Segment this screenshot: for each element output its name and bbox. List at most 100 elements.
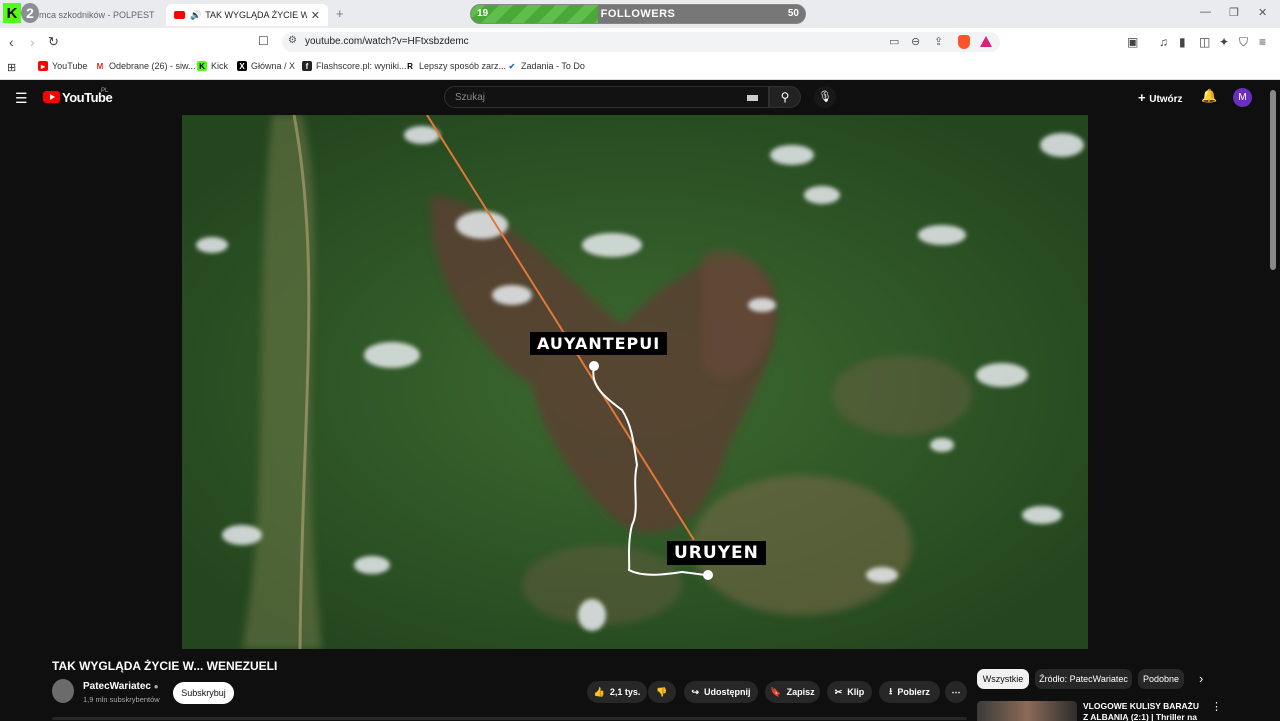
chevron-right-icon[interactable]: ›	[1199, 671, 1203, 686]
bookmark-lepszy[interactable]: R Lepszy sposób zarz...	[405, 61, 506, 71]
subscriber-count: 1,9 mln subskrybentów	[83, 695, 160, 704]
vpn-icon[interactable]: ⛉	[1239, 35, 1248, 50]
followers-goal: 50	[787, 8, 799, 19]
bookmark-x[interactable]: X Główna / X	[237, 61, 295, 71]
bookmark-kick[interactable]: K Kick	[197, 61, 228, 71]
leo-ai-icon[interactable]: ✦	[1219, 35, 1229, 49]
flashscore-icon: f	[302, 61, 312, 71]
recommendation-title[interactable]: VLOGOWE KULISY BARAŻU Z ALBANIĄ (2:1) | …	[1083, 701, 1203, 721]
bookmark-label: YouTube	[52, 61, 88, 71]
download-icon: ⭳	[889, 686, 893, 696]
followers-label: FOLLOWERS	[600, 8, 676, 20]
tab-youtube-video[interactable]: 🔊 TAK WYGLĄDA ŻYCIE W... WE ✕	[166, 4, 328, 26]
youtube-header: ☰ YouTube PL Szukaj ⚲ 🎙 + Utwórz 🔔 M	[0, 80, 1280, 115]
address-bar[interactable]: ⚙ youtube.com/watch?v=HFtxsbzdemc ▭ ⊖ ⇪	[282, 32, 1000, 52]
video-player[interactable]: AUYANTEPUI URUYEN	[182, 115, 1088, 649]
bookmark-label: Kick	[211, 61, 229, 71]
minimize-icon[interactable]: —	[1200, 6, 1211, 18]
youtube-logo-icon[interactable]	[43, 91, 60, 103]
share-button[interactable]: ↪ Udostępnij	[684, 681, 758, 703]
followers-goal-widget: 19 FOLLOWERS 50	[470, 4, 806, 24]
region-code: PL	[101, 88, 109, 94]
dislike-button[interactable]: 👎	[648, 681, 676, 703]
gmail-icon: M	[96, 61, 104, 71]
clip-button[interactable]: ✂ Klip	[827, 681, 872, 703]
share-page-icon[interactable]: ⇪	[934, 35, 943, 48]
media-icon[interactable]: ♫	[1159, 35, 1168, 49]
search-input[interactable]: Szukaj	[444, 86, 769, 108]
site-info-icon[interactable]: ⚙	[288, 35, 297, 46]
todo-icon: ✔	[508, 61, 516, 71]
close-window-icon[interactable]: ✕	[1258, 6, 1267, 19]
kick-extension-icon[interactable]: K	[3, 3, 21, 23]
url-text: youtube.com/watch?v=HFtxsbzdemc	[305, 36, 469, 47]
chip-related[interactable]: Podobne	[1138, 669, 1184, 689]
kick-icon: K	[197, 61, 207, 71]
bookmark-label: Flashscore.pl: wyniki...	[316, 61, 407, 71]
tab-label: omca szkodników - POLPEST - Y	[34, 10, 157, 20]
close-tab-icon[interactable]: ✕	[311, 9, 320, 22]
clip-label: Klip	[847, 687, 865, 697]
recommendation-thumbnail[interactable]	[977, 701, 1077, 721]
back-icon[interactable]: ‹	[9, 34, 14, 50]
video-info-section: TAK WYGLĄDA ŻYCIE W... WENEZUELI PatecWa…	[0, 649, 1280, 721]
plus-icon: +	[1138, 90, 1150, 105]
bookmark-label: Zadania - To Do	[521, 61, 585, 71]
sidebar-panel-icon[interactable]: ▣	[1127, 35, 1138, 49]
notification-badge: 2	[21, 3, 39, 23]
bookmark-save-icon: 🔖	[770, 686, 782, 697]
map-label-auyantepui: AUYANTEPUI	[530, 332, 668, 355]
reload-icon[interactable]: ↻	[48, 34, 59, 50]
bookmark-label: Odebrane (26) - siw...	[109, 61, 196, 71]
more-actions-button[interactable]: ⋯	[945, 681, 967, 703]
chip-source[interactable]: Źródło: PatecWariatec	[1035, 669, 1132, 689]
save-button[interactable]: 🔖 Zapisz	[765, 681, 820, 703]
chip-all[interactable]: Wszystkie	[977, 669, 1029, 689]
subscribe-button[interactable]: Subskrybuj	[173, 682, 234, 704]
like-count: 2,1 tys.	[609, 687, 641, 697]
reading-list-icon[interactable]: ▮	[1179, 35, 1186, 49]
hamburger-menu-icon[interactable]: ☰	[15, 90, 28, 107]
zoom-icon[interactable]: ⊖	[911, 35, 920, 48]
new-tab-icon[interactable]: +	[336, 6, 344, 21]
notifications-bell-icon[interactable]: 🔔	[1201, 88, 1217, 104]
thumbs-down-icon: 👎	[656, 686, 668, 697]
channel-avatar[interactable]	[52, 679, 74, 703]
channel-name[interactable]: PatecWariatec ●	[83, 681, 159, 692]
youtube-favicon-icon	[174, 11, 185, 19]
channel-name-text: PatecWariatec	[83, 681, 151, 692]
verified-icon: ●	[153, 682, 159, 691]
uruyen-marker	[703, 570, 713, 580]
restore-icon[interactable]: ❐	[1229, 6, 1239, 19]
avatar[interactable]: M	[1233, 88, 1252, 107]
video-title: TAK WYGLĄDA ŻYCIE W... WENEZUELI	[52, 659, 278, 673]
brave-rewards-icon[interactable]	[980, 36, 992, 47]
keyboard-icon[interactable]	[747, 95, 758, 101]
bookmark-todo[interactable]: ✔ Zadania - To Do	[507, 61, 585, 71]
like-button[interactable]: 👍 2,1 tys.	[587, 681, 647, 703]
speaker-icon: 🔊	[190, 9, 202, 20]
recommendation-menu-icon[interactable]: ⋮	[1211, 700, 1222, 713]
cast-icon[interactable]: ▭	[889, 35, 899, 48]
wallet-icon[interactable]: ◫	[1199, 35, 1210, 49]
bookmarks-bar: ⊞ ▸ YouTube M Odebrane (26) - siw... K Kick…	[0, 56, 1280, 80]
bookmark-youtube[interactable]: ▸ YouTube	[38, 61, 87, 71]
voice-search-button[interactable]: 🎙	[814, 86, 836, 108]
browser-toolbar: ‹ › ↻ ☐ ⚙ youtube.com/watch?v=HFtxsbzdem…	[0, 28, 1280, 56]
bookmark-gmail[interactable]: M Odebrane (26) - siw...	[95, 61, 196, 71]
bookmark-flashscore[interactable]: f Flashscore.pl: wyniki...	[302, 61, 407, 71]
brave-shields-icon[interactable]	[958, 35, 970, 49]
create-button[interactable]: + Utwórz	[1138, 90, 1183, 105]
page-scrollbar[interactable]	[1270, 90, 1276, 270]
apps-grid-icon[interactable]: ⊞	[7, 61, 16, 74]
bookmark-icon[interactable]: ☐	[258, 34, 269, 48]
download-button[interactable]: ⭳ Pobierz	[879, 681, 940, 703]
x-icon: X	[237, 61, 247, 71]
auyantepui-marker	[589, 361, 599, 371]
search-placeholder: Szukaj	[455, 92, 486, 103]
browser-tabbar: omca szkodników - POLPEST - Y K 2 🔊 TAK …	[0, 0, 1280, 28]
search-button[interactable]: ⚲	[769, 86, 801, 108]
forward-icon[interactable]: ›	[30, 34, 35, 50]
bookmark-label: Lepszy sposób zarz...	[419, 61, 507, 71]
menu-icon[interactable]: ≡	[1259, 35, 1266, 49]
